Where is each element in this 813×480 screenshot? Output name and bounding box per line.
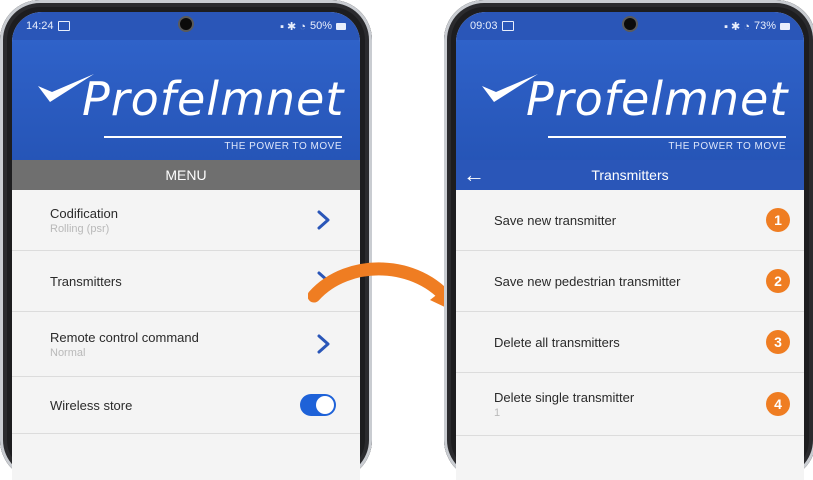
brand-banner: Profelmnet THE POWER TO MOVE xyxy=(456,40,804,160)
option-delete-all-transmitters[interactable]: Delete all transmitters 3 xyxy=(456,312,804,373)
brand-tagline: THE POWER TO MOVE xyxy=(668,141,786,152)
step-badge: 2 xyxy=(766,269,790,293)
status-time: 09:03 xyxy=(470,20,498,32)
menu-item-wireless-store[interactable]: Wireless store xyxy=(12,377,360,434)
chevron-right-icon[interactable] xyxy=(312,333,334,355)
brand-tagline: THE POWER TO MOVE xyxy=(224,141,342,152)
status-bar: 14:24 ▪ ✱ ◔ 50% xyxy=(12,12,360,40)
option-label: Delete all transmitters xyxy=(494,334,620,350)
brand-logo: Profelmnet xyxy=(82,72,345,126)
menu-header: MENU xyxy=(12,160,360,190)
page-title: Transmitters xyxy=(591,167,669,183)
left-phone: 14:24 ▪ ✱ ◔ 50% Profelmnet THE POWER TO … xyxy=(0,0,372,480)
chevron-right-icon[interactable] xyxy=(312,209,334,231)
option-label: Save new transmitter xyxy=(494,212,617,228)
logo-underline xyxy=(104,136,342,138)
right-phone: 09:03 ▪ ✱ ◔ 73% Profelmnet THE POWER TO … xyxy=(444,0,813,480)
system-icons: ▪ ✱ ◔ 73% xyxy=(724,20,790,33)
battery-percent: 73% xyxy=(753,20,776,32)
toggle-knob xyxy=(316,396,334,414)
option-save-new-transmitter[interactable]: Save new transmitter 1 xyxy=(456,190,804,251)
option-delete-single-transmitter[interactable]: Delete single transmitter 1 4 xyxy=(456,373,804,436)
system-icons: ▪ ✱ ◔ 50% xyxy=(280,20,346,33)
gallery-icon xyxy=(57,21,70,31)
status-time: 14:24 xyxy=(26,20,54,32)
right-screen: 09:03 ▪ ✱ ◔ 73% Profelmnet THE POWER TO … xyxy=(456,12,804,480)
brand-banner: Profelmnet THE POWER TO MOVE xyxy=(12,40,360,160)
step-badge: 3 xyxy=(766,330,790,354)
gallery-icon xyxy=(501,21,514,31)
battery-percent: 50% xyxy=(309,20,332,32)
option-save-new-pedestrian-transmitter[interactable]: Save new pedestrian transmitter 2 xyxy=(456,251,804,312)
option-label: Save new pedestrian transmitter xyxy=(494,273,681,289)
transmitters-header: ← Transmitters xyxy=(456,160,804,190)
status-bar: 09:03 ▪ ✱ ◔ 73% xyxy=(456,12,804,40)
option-value: 1 xyxy=(494,406,501,419)
step-badge: 4 xyxy=(766,392,790,416)
battery-icon xyxy=(336,22,346,30)
logo-underline xyxy=(548,136,786,138)
battery-icon xyxy=(780,22,790,30)
brand-logo: Profelmnet xyxy=(526,72,789,126)
signal-icon: ▪ ✱ ◔ xyxy=(280,20,306,33)
camera-icon xyxy=(624,18,636,30)
option-label: Delete single transmitter xyxy=(494,389,635,405)
camera-icon xyxy=(180,18,192,30)
signal-icon: ▪ ✱ ◔ xyxy=(724,20,750,33)
left-screen: 14:24 ▪ ✱ ◔ 50% Profelmnet THE POWER TO … xyxy=(12,12,360,480)
menu-item-codification[interactable]: Codification Rolling (psr) xyxy=(12,190,360,251)
step-badge: 1 xyxy=(766,208,790,232)
back-arrow-icon[interactable]: ← xyxy=(460,160,488,190)
wireless-store-toggle[interactable] xyxy=(300,394,336,416)
